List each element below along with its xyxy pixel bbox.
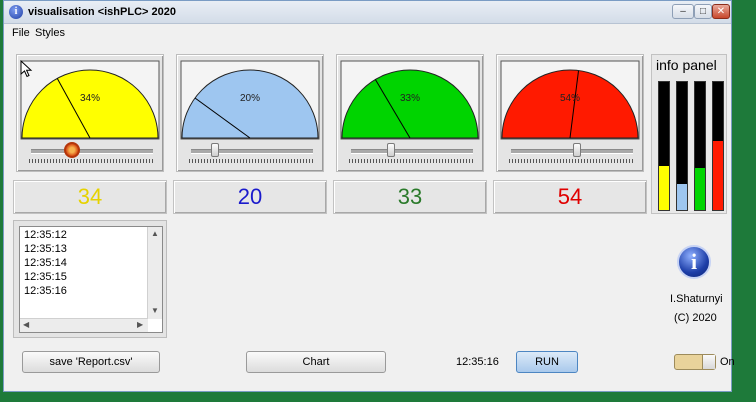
gauge-1-slider-track[interactable] [31,149,153,154]
log-panel: 12:35:12 12:35:13 12:35:14 12:35:15 12:3… [13,220,167,338]
info-bar-3-fill [695,167,705,210]
gauge-1-slider-ticks [29,159,155,163]
gauge-percent-label: 33% [400,93,420,104]
about-info-icon[interactable]: i [677,245,711,279]
info-bar-1 [658,81,670,211]
gauge-4-slider-ticks [509,159,635,163]
log-entry[interactable]: 12:35:16 [24,285,67,297]
menu-file[interactable]: File [12,27,30,39]
gauge-3: 33% [336,54,484,172]
menu-styles[interactable]: Styles [35,27,65,39]
gauge-2: 20% [176,54,324,172]
log-entry[interactable]: 12:35:13 [24,243,67,255]
log-entry[interactable]: 12:35:15 [24,271,67,283]
toggle-knob[interactable] [702,355,715,369]
minimize-button[interactable]: – [672,4,694,19]
close-button[interactable]: ✕ [712,4,730,19]
toggle-label: On [720,356,735,368]
info-bar-2-fill [677,184,687,210]
log-horizontal-scrollbar[interactable]: ◀ ▶ [20,318,148,332]
gauge-3-dial: 33% [340,60,480,140]
gauge-4: 54% [496,54,644,172]
scroll-up-icon[interactable]: ▲ [151,230,159,238]
gauge-2-slider-ticks [189,159,315,163]
window-title: visualisation <ishPLC> 2020 [28,6,176,18]
gauge-3-slider-thumb[interactable] [387,143,396,157]
copyright-label: (C) 2020 [674,312,717,324]
gauge-4-value: 54 [493,180,647,214]
info-bar-3 [694,81,706,211]
gauge-4-dial: 54% [500,60,640,140]
current-time: 12:35:16 [456,356,499,368]
gauge-2-value: 20 [173,180,327,214]
app-info-icon: i [9,5,23,19]
mouse-cursor-icon [20,60,33,78]
gauge-1-dial: 34% [20,60,160,140]
info-bar-4 [712,81,724,211]
log-vertical-scrollbar[interactable]: ▲ ▼ [147,227,162,319]
gauge-percent-label: 54% [560,93,580,104]
menu-bar: File Styles [4,23,731,43]
info-panel-title: info panel [656,57,717,73]
maximize-button[interactable]: □ [694,4,712,19]
on-toggle[interactable] [674,354,716,370]
gauge-percent-label: 20% [240,93,260,104]
scroll-right-icon[interactable]: ▶ [137,321,143,329]
gauge-3-value: 33 [333,180,487,214]
gauge-2-slider-track[interactable] [191,149,313,154]
info-bar-4-fill [713,140,723,210]
gauge-3-slider-ticks [349,159,475,163]
log-entry[interactable]: 12:35:12 [24,229,67,241]
scroll-down-icon[interactable]: ▼ [151,307,159,315]
gauge-3-slider-track[interactable] [351,149,473,154]
chart-button[interactable]: Chart [246,351,386,373]
info-panel: info panel [651,54,727,214]
scroll-left-icon[interactable]: ◀ [23,321,29,329]
gauge-2-dial: 20% [180,60,320,140]
gauge-1-slider-thumb[interactable] [64,142,81,158]
gauge-percent-label: 34% [80,93,100,104]
info-bar-1-fill [659,166,669,210]
log-entry[interactable]: 12:35:14 [24,257,67,269]
gauge-4-slider-thumb[interactable] [572,143,581,157]
title-bar[interactable]: i visualisation <ishPLC> 2020 – □ ✕ [4,1,731,24]
run-button[interactable]: RUN [516,351,578,373]
gauge-1-value: 34 [13,180,167,214]
gauge-2-slider-thumb[interactable] [211,143,220,157]
info-bar-2 [676,81,688,211]
author-label: I.Shaturnyi [670,293,723,305]
gauge-1: 34% [16,54,164,172]
log-list[interactable]: 12:35:12 12:35:13 12:35:14 12:35:15 12:3… [19,226,163,333]
save-report-button[interactable]: save 'Report.csv' [22,351,160,373]
